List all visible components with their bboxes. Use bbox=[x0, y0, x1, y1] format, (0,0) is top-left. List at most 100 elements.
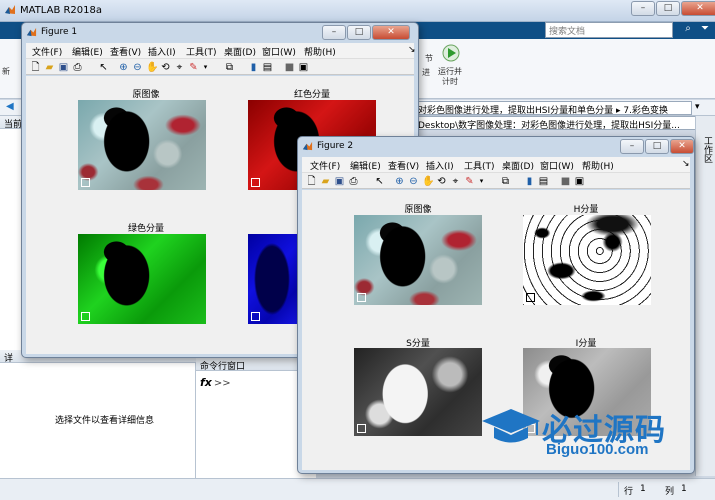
hide-plot-tools-icon[interactable]: ■ bbox=[284, 62, 295, 73]
menu-edit[interactable]: 编辑(E) bbox=[350, 159, 381, 172]
brush-dropdown-icon[interactable]: ▾ bbox=[476, 176, 487, 187]
menu-insert[interactable]: 插入(I) bbox=[148, 45, 176, 58]
zoom-in-icon[interactable]: ⊕ bbox=[394, 176, 405, 187]
subplot-title: 原图像 bbox=[404, 205, 432, 215]
zoom-in-icon[interactable]: ⊕ bbox=[118, 62, 129, 73]
menu-desktop[interactable]: 桌面(D) bbox=[224, 45, 256, 58]
zoom-out-icon[interactable]: ⊖ bbox=[132, 62, 143, 73]
print-icon[interactable]: ⎙ bbox=[348, 176, 359, 187]
menu-dock-icon[interactable]: ↘ bbox=[408, 45, 416, 55]
status-col-label: 列 bbox=[665, 487, 675, 497]
subplot-title: 原图像 bbox=[132, 90, 160, 100]
brush-dropdown-icon[interactable]: ▾ bbox=[200, 62, 211, 73]
menu-desktop[interactable]: 桌面(D) bbox=[502, 159, 534, 172]
expand-icon[interactable]: ⏷ bbox=[697, 23, 713, 37]
zoom-out-icon[interactable]: ⊖ bbox=[408, 176, 419, 187]
pan-icon[interactable]: ✋ bbox=[146, 62, 158, 73]
new-figure-icon[interactable]: 🗋 bbox=[306, 176, 317, 187]
status-row-value: 1 bbox=[640, 484, 646, 494]
graduation-cap-icon bbox=[482, 409, 540, 443]
search-icon[interactable]: ⌕ bbox=[680, 23, 696, 37]
path-dropdown-icon[interactable]: ▾ bbox=[695, 102, 700, 112]
menu-window[interactable]: 窗口(W) bbox=[262, 45, 296, 58]
colorbar-icon[interactable]: ▮ bbox=[248, 62, 259, 73]
show-plot-tools-icon[interactable]: ▣ bbox=[298, 62, 309, 73]
rotate-icon[interactable]: ⟲ bbox=[160, 62, 171, 73]
brush-icon[interactable]: ✎ bbox=[464, 176, 475, 187]
menu-window[interactable]: 窗口(W) bbox=[540, 159, 574, 172]
window-title: MATLAB R2018a bbox=[20, 5, 103, 16]
edit-plot-icon[interactable]: ↖ bbox=[98, 62, 109, 73]
details-message: 选择文件以查看详细信息 bbox=[55, 416, 155, 426]
image-stamp bbox=[81, 178, 90, 187]
workspace-collapsed-panel[interactable]: 工作区 bbox=[695, 116, 715, 476]
menu-file[interactable]: 文件(F) bbox=[32, 45, 62, 58]
hide-plot-tools-icon[interactable]: ■ bbox=[560, 176, 571, 187]
run-and-time-label-2[interactable]: 计时 bbox=[442, 76, 458, 87]
current-folder-path[interactable]: 对彩色图像进行处理，提取出HSI分量和单色分量 ▸ 7.彩色变换 bbox=[414, 101, 692, 115]
status-bar: 行 1 列 1 bbox=[0, 478, 715, 500]
figure2-menu-bar: 文件(F) 编辑(E) 查看(V) 插入(I) 工具(T) 桌面(D) 窗口(W… bbox=[302, 157, 690, 172]
legend-icon[interactable]: ▤ bbox=[262, 62, 273, 73]
figure1-minimize-button[interactable]: – bbox=[322, 25, 346, 40]
menu-tools[interactable]: 工具(T) bbox=[464, 159, 495, 172]
save-figure-icon[interactable]: ▣ bbox=[58, 62, 69, 73]
brush-icon[interactable]: ✎ bbox=[188, 62, 199, 73]
print-icon[interactable]: ⎙ bbox=[72, 62, 83, 73]
figure2-minimize-button[interactable]: – bbox=[620, 139, 644, 154]
back-icon[interactable]: ◀ bbox=[6, 101, 14, 112]
image-stamp bbox=[81, 312, 90, 321]
new-figure-icon[interactable]: 🗋 bbox=[30, 62, 41, 73]
pan-icon[interactable]: ✋ bbox=[422, 176, 434, 187]
matlab-figure-icon bbox=[302, 141, 313, 151]
status-separator bbox=[618, 482, 619, 497]
figure2-title: Figure 2 bbox=[317, 141, 354, 151]
data-cursor-icon[interactable]: ⌖ bbox=[450, 176, 461, 187]
status-row-label: 行 bbox=[624, 487, 634, 497]
menu-help[interactable]: 帮助(H) bbox=[582, 159, 614, 172]
menu-view[interactable]: 查看(V) bbox=[110, 45, 141, 58]
menu-help[interactable]: 帮助(H) bbox=[304, 45, 336, 58]
menu-dock-icon[interactable]: ↘ bbox=[682, 159, 690, 169]
subplot-title: H分量 bbox=[573, 205, 599, 215]
image-stamp bbox=[357, 293, 366, 302]
show-plot-tools-icon[interactable]: ▣ bbox=[574, 176, 585, 187]
menu-tools[interactable]: 工具(T) bbox=[186, 45, 217, 58]
figure2-maximize-button[interactable]: □ bbox=[645, 139, 669, 154]
green-channel-image bbox=[78, 234, 206, 324]
open-file-icon[interactable]: ▰ bbox=[44, 62, 55, 73]
workspace-label: 工作区 bbox=[702, 136, 712, 163]
menu-insert[interactable]: 插入(I) bbox=[426, 159, 454, 172]
editor-file-path: Desktop\数字图像处理：对彩色图像进行处理，提取出HSI分量... bbox=[414, 116, 709, 130]
original-image bbox=[78, 100, 206, 190]
menu-file[interactable]: 文件(F) bbox=[310, 159, 340, 172]
saturation-component-image bbox=[354, 348, 482, 436]
figure1-toolbar: 🗋 ▰ ▣ ⎙ ↖ ⊕ ⊖ ✋ ⟲ ⌖ ✎ ▾ ⧉ ▮ ▤ ■ ▣ bbox=[26, 58, 414, 75]
menu-edit[interactable]: 编辑(E) bbox=[72, 45, 103, 58]
link-plot-icon[interactable]: ⧉ bbox=[500, 176, 511, 187]
colorbar-icon[interactable]: ▮ bbox=[524, 176, 535, 187]
figure1-close-button[interactable]: ✕ bbox=[372, 25, 410, 40]
image-stamp bbox=[526, 293, 535, 302]
data-cursor-icon[interactable]: ⌖ bbox=[174, 62, 185, 73]
minimize-button[interactable]: – bbox=[631, 1, 655, 16]
figure1-maximize-button[interactable]: □ bbox=[347, 25, 371, 40]
figure2-close-button[interactable]: ✕ bbox=[670, 139, 694, 154]
matlab-title-bar: MATLAB R2018a – □ ✕ bbox=[0, 0, 715, 22]
link-plot-icon[interactable]: ⧉ bbox=[224, 62, 235, 73]
edit-plot-icon[interactable]: ↖ bbox=[374, 176, 385, 187]
original-image bbox=[354, 215, 482, 305]
search-documentation-input[interactable]: 搜索文档 bbox=[545, 22, 673, 38]
image-stamp bbox=[251, 178, 260, 187]
save-figure-icon[interactable]: ▣ bbox=[334, 176, 345, 187]
image-stamp bbox=[357, 424, 366, 433]
maximize-button[interactable]: □ bbox=[656, 1, 680, 16]
close-button[interactable]: ✕ bbox=[681, 1, 715, 16]
figure2-window-controls: – □ ✕ bbox=[620, 139, 694, 154]
menu-view[interactable]: 查看(V) bbox=[388, 159, 419, 172]
open-file-icon[interactable]: ▰ bbox=[320, 176, 331, 187]
run-and-time-icon[interactable] bbox=[441, 43, 461, 63]
legend-icon[interactable]: ▤ bbox=[538, 176, 549, 187]
rotate-icon[interactable]: ⟲ bbox=[436, 176, 447, 187]
command-prompt[interactable]: fx >> bbox=[200, 376, 231, 389]
